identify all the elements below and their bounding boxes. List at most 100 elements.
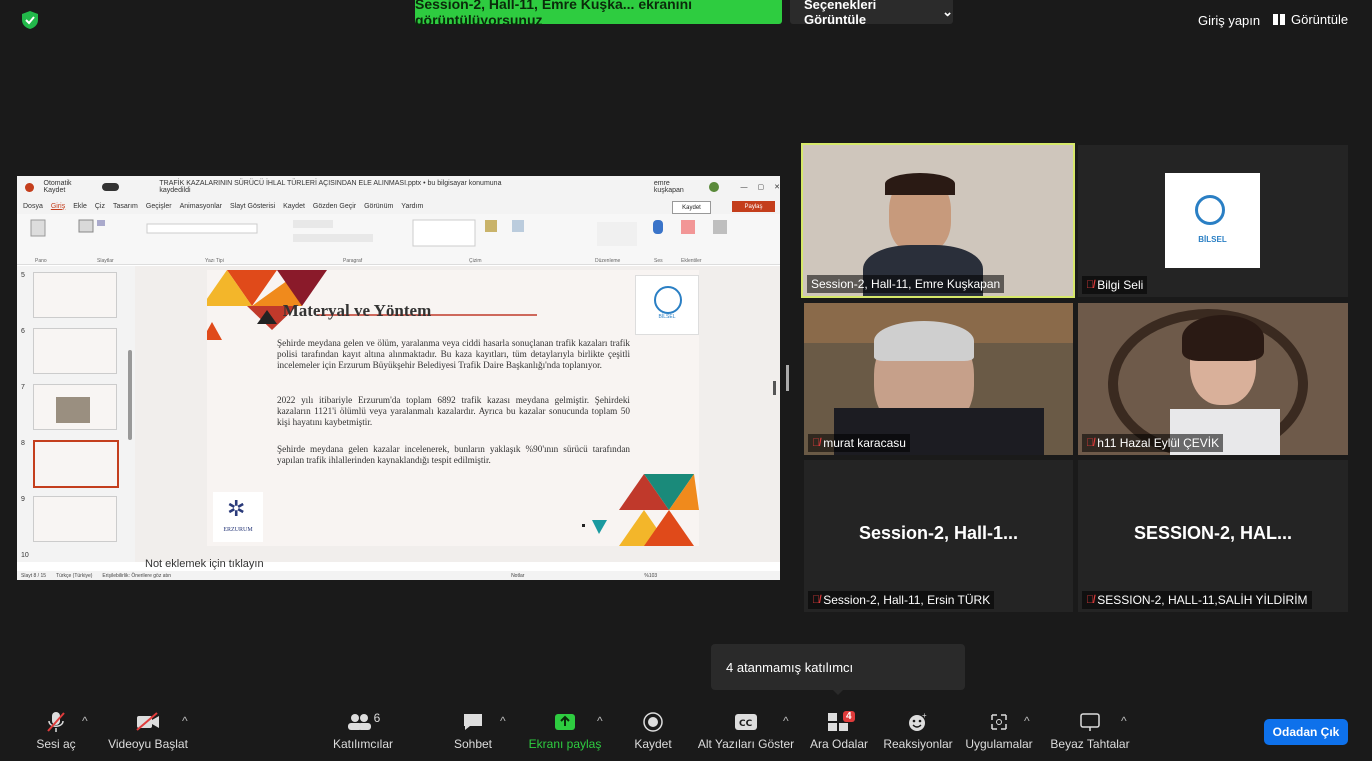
thumb-number: 8 xyxy=(21,440,25,447)
accessibility-label[interactable]: Erişilebilirlik: Önerilere göz atın xyxy=(102,573,171,579)
chat-options-caret[interactable]: ^ xyxy=(500,714,506,728)
breakout-rooms-label: Ara Odalar xyxy=(809,737,869,751)
participant-name: 🎙̸ SESSION-2, HALL-11,SALİH YİLDİRİM xyxy=(1082,591,1312,609)
video-tile[interactable]: BİLSEL 🎙̸ Bilgi Seli xyxy=(1078,145,1348,297)
apps-options-caret[interactable]: ^ xyxy=(1024,714,1030,728)
sign-in-link[interactable]: Giriş yapın xyxy=(1198,13,1260,28)
mic-muted-icon: 🎙̸ xyxy=(812,437,821,449)
reactions-label: Reaksiyonlar xyxy=(883,737,953,751)
view-options-label: Seçenekleri Görüntüle xyxy=(804,0,877,27)
record-label: Kaydet xyxy=(634,737,672,751)
participants-button[interactable]: 6 Katılımcılar xyxy=(333,710,393,756)
record-button[interactable]: Kaydet xyxy=(633,710,673,756)
slide-thumbnail[interactable] xyxy=(33,384,117,430)
slide-thumbnail-pane[interactable]: 5 6 7 8 9 10 xyxy=(17,266,135,562)
mic-muted-icon: 🎙̸ xyxy=(1086,279,1095,291)
close-icon[interactable]: ✕ xyxy=(774,183,780,191)
thumb-number: 7 xyxy=(21,384,25,391)
slide-thumbnail-selected[interactable] xyxy=(33,440,119,488)
apps-label: Uygulamalar xyxy=(965,737,1033,751)
notes-toggle[interactable]: Notlar xyxy=(511,573,524,579)
menu-item[interactable]: Yardım xyxy=(401,203,423,210)
breakout-rooms-button[interactable]: 4 Ara Odalar xyxy=(810,710,868,756)
autosave-toggle[interactable] xyxy=(102,183,120,191)
participant-big-name: Session-2, Hall-1... xyxy=(858,523,1019,543)
restore-icon[interactable]: ▢ xyxy=(758,183,765,191)
video-tile[interactable]: 🎙̸ murat karacasu xyxy=(804,303,1073,455)
whiteboard-options-caret[interactable]: ^ xyxy=(1121,714,1127,728)
participant-name: Session-2, Hall-11, Emre Kuşkapan xyxy=(807,275,1005,293)
video-options-caret[interactable]: ^ xyxy=(182,714,188,728)
view-label: Görüntüle xyxy=(1291,12,1349,27)
smiley-icon: + xyxy=(907,710,929,734)
audio-options-caret[interactable]: ^ xyxy=(82,714,88,728)
user-avatar[interactable] xyxy=(709,182,719,192)
minimize-icon[interactable]: — xyxy=(741,184,748,191)
ppt-ribbon[interactable]: Pano Slaytlar Yazı Tipi Paragraf Çizim D… xyxy=(17,214,780,265)
captions-button[interactable]: CC Alt Yazıları Göster xyxy=(698,710,794,756)
zoom-level[interactable]: %103 xyxy=(644,573,657,579)
ppt-title-bar: Otomatik Kaydet TRAFİK KAZALARININ SÜRÜC… xyxy=(17,176,780,198)
leave-button[interactable]: Odadan Çık xyxy=(1264,719,1348,745)
unmute-button[interactable]: Sesi aç xyxy=(36,710,76,756)
view-options-button[interactable]: Seçenekleri Görüntüle ⌄ xyxy=(790,0,953,27)
menu-item[interactable]: Tasarım xyxy=(113,203,138,210)
grid-view-icon xyxy=(1273,14,1285,25)
ribbon-group-label: Eklentiler xyxy=(681,258,702,264)
slide-title: Materyal ve Yöntem xyxy=(282,301,432,320)
reactions-button[interactable]: + Reaksiyonlar xyxy=(883,710,953,756)
apps-icon xyxy=(989,710,1009,734)
start-video-button[interactable]: Videoyu Başlat xyxy=(108,710,188,756)
erzurum-logo-text: ERZURUM xyxy=(223,527,253,533)
menu-item[interactable]: Gözden Geçir xyxy=(313,203,356,210)
language-label: Türkçe (Türkiye) xyxy=(56,572,93,579)
user-name: emre kuşkapan xyxy=(653,180,684,194)
whiteboards-label: Beyaz Tahtalar xyxy=(1050,737,1130,751)
notes-pane[interactable]: Not eklemek için tıklayın xyxy=(135,558,780,571)
menu-item[interactable]: Giriş xyxy=(51,203,65,210)
share-options-caret[interactable]: ^ xyxy=(597,714,603,728)
view-button[interactable]: Görüntüle xyxy=(1273,12,1348,27)
video-tile[interactable]: Session-2, Hall-1... 🎙̸ Session-2, Hall-1… xyxy=(804,460,1073,612)
menu-item[interactable]: Slayt Gösterisi xyxy=(230,203,275,210)
slide-scrollbar[interactable] xyxy=(773,381,776,395)
menu-item[interactable]: Geçişler xyxy=(146,203,172,210)
video-tile-active-speaker[interactable]: Session-2, Hall-11, Emre Kuşkapan xyxy=(801,143,1075,298)
whiteboards-button[interactable]: Beyaz Tahtalar xyxy=(1050,710,1130,756)
thumbnail-scrollbar[interactable] xyxy=(128,350,132,440)
menu-item[interactable]: Ekle xyxy=(73,203,87,210)
whiteboard-icon xyxy=(1079,710,1101,734)
captions-options-caret[interactable]: ^ xyxy=(783,714,789,728)
menu-item[interactable]: Kaydet xyxy=(283,203,305,210)
ribbon-icons[interactable] xyxy=(17,214,780,258)
ribbon-group-label: Slaytlar xyxy=(97,258,114,264)
start-video-label: Videoyu Başlat xyxy=(108,737,188,751)
mic-muted-icon: 🎙̸ xyxy=(812,594,821,606)
share-screen-button[interactable]: Ekranı paylaş xyxy=(529,710,601,756)
slide-thumbnail[interactable] xyxy=(33,496,117,542)
chat-button[interactable]: Sohbet xyxy=(451,710,495,756)
menu-item[interactable]: Animasyonlar xyxy=(180,203,222,210)
video-tile[interactable]: 🎙̸ h11 Hazal Eylül ÇEVİK xyxy=(1078,303,1348,455)
video-tile[interactable]: SESSION-2, HAL... 🎙̸ SESSION-2, HALL-11,S… xyxy=(1078,460,1348,612)
slide-thumbnail[interactable] xyxy=(33,328,117,374)
apps-button[interactable]: Uygulamalar xyxy=(965,710,1033,756)
ppt-share-button[interactable]: Paylaş xyxy=(732,201,775,212)
thumb-number: 5 xyxy=(21,272,25,279)
participant-name: 🎙̸ h11 Hazal Eylül ÇEVİK xyxy=(1082,434,1224,452)
slide-paragraph: 2022 yılı itibariyle Erzurum'da toplam 6… xyxy=(277,395,630,427)
security-shield-icon[interactable] xyxy=(22,11,38,29)
share-screen-icon xyxy=(554,710,576,734)
ribbon-group-label: Yazı Tipi xyxy=(205,258,224,264)
menu-item[interactable]: Görünüm xyxy=(364,203,393,210)
menu-item[interactable]: Dosya xyxy=(23,203,43,210)
shared-screen[interactable]: Otomatik Kaydet TRAFİK KAZALARININ SÜRÜC… xyxy=(17,176,780,580)
menu-item[interactable]: Çiz xyxy=(95,203,105,210)
slide-thumbnail[interactable] xyxy=(33,272,117,318)
ppt-record-button[interactable]: Kaydet xyxy=(672,201,711,214)
thumb-number: 6 xyxy=(21,328,25,335)
ribbon-group-label: Ses xyxy=(654,258,663,264)
share-banner: Session-2, Hall-11, Emre Kuşka... ekranı… xyxy=(415,0,782,28)
ribbon-group-label: Pano xyxy=(35,258,47,264)
split-view-divider[interactable] xyxy=(786,365,789,391)
